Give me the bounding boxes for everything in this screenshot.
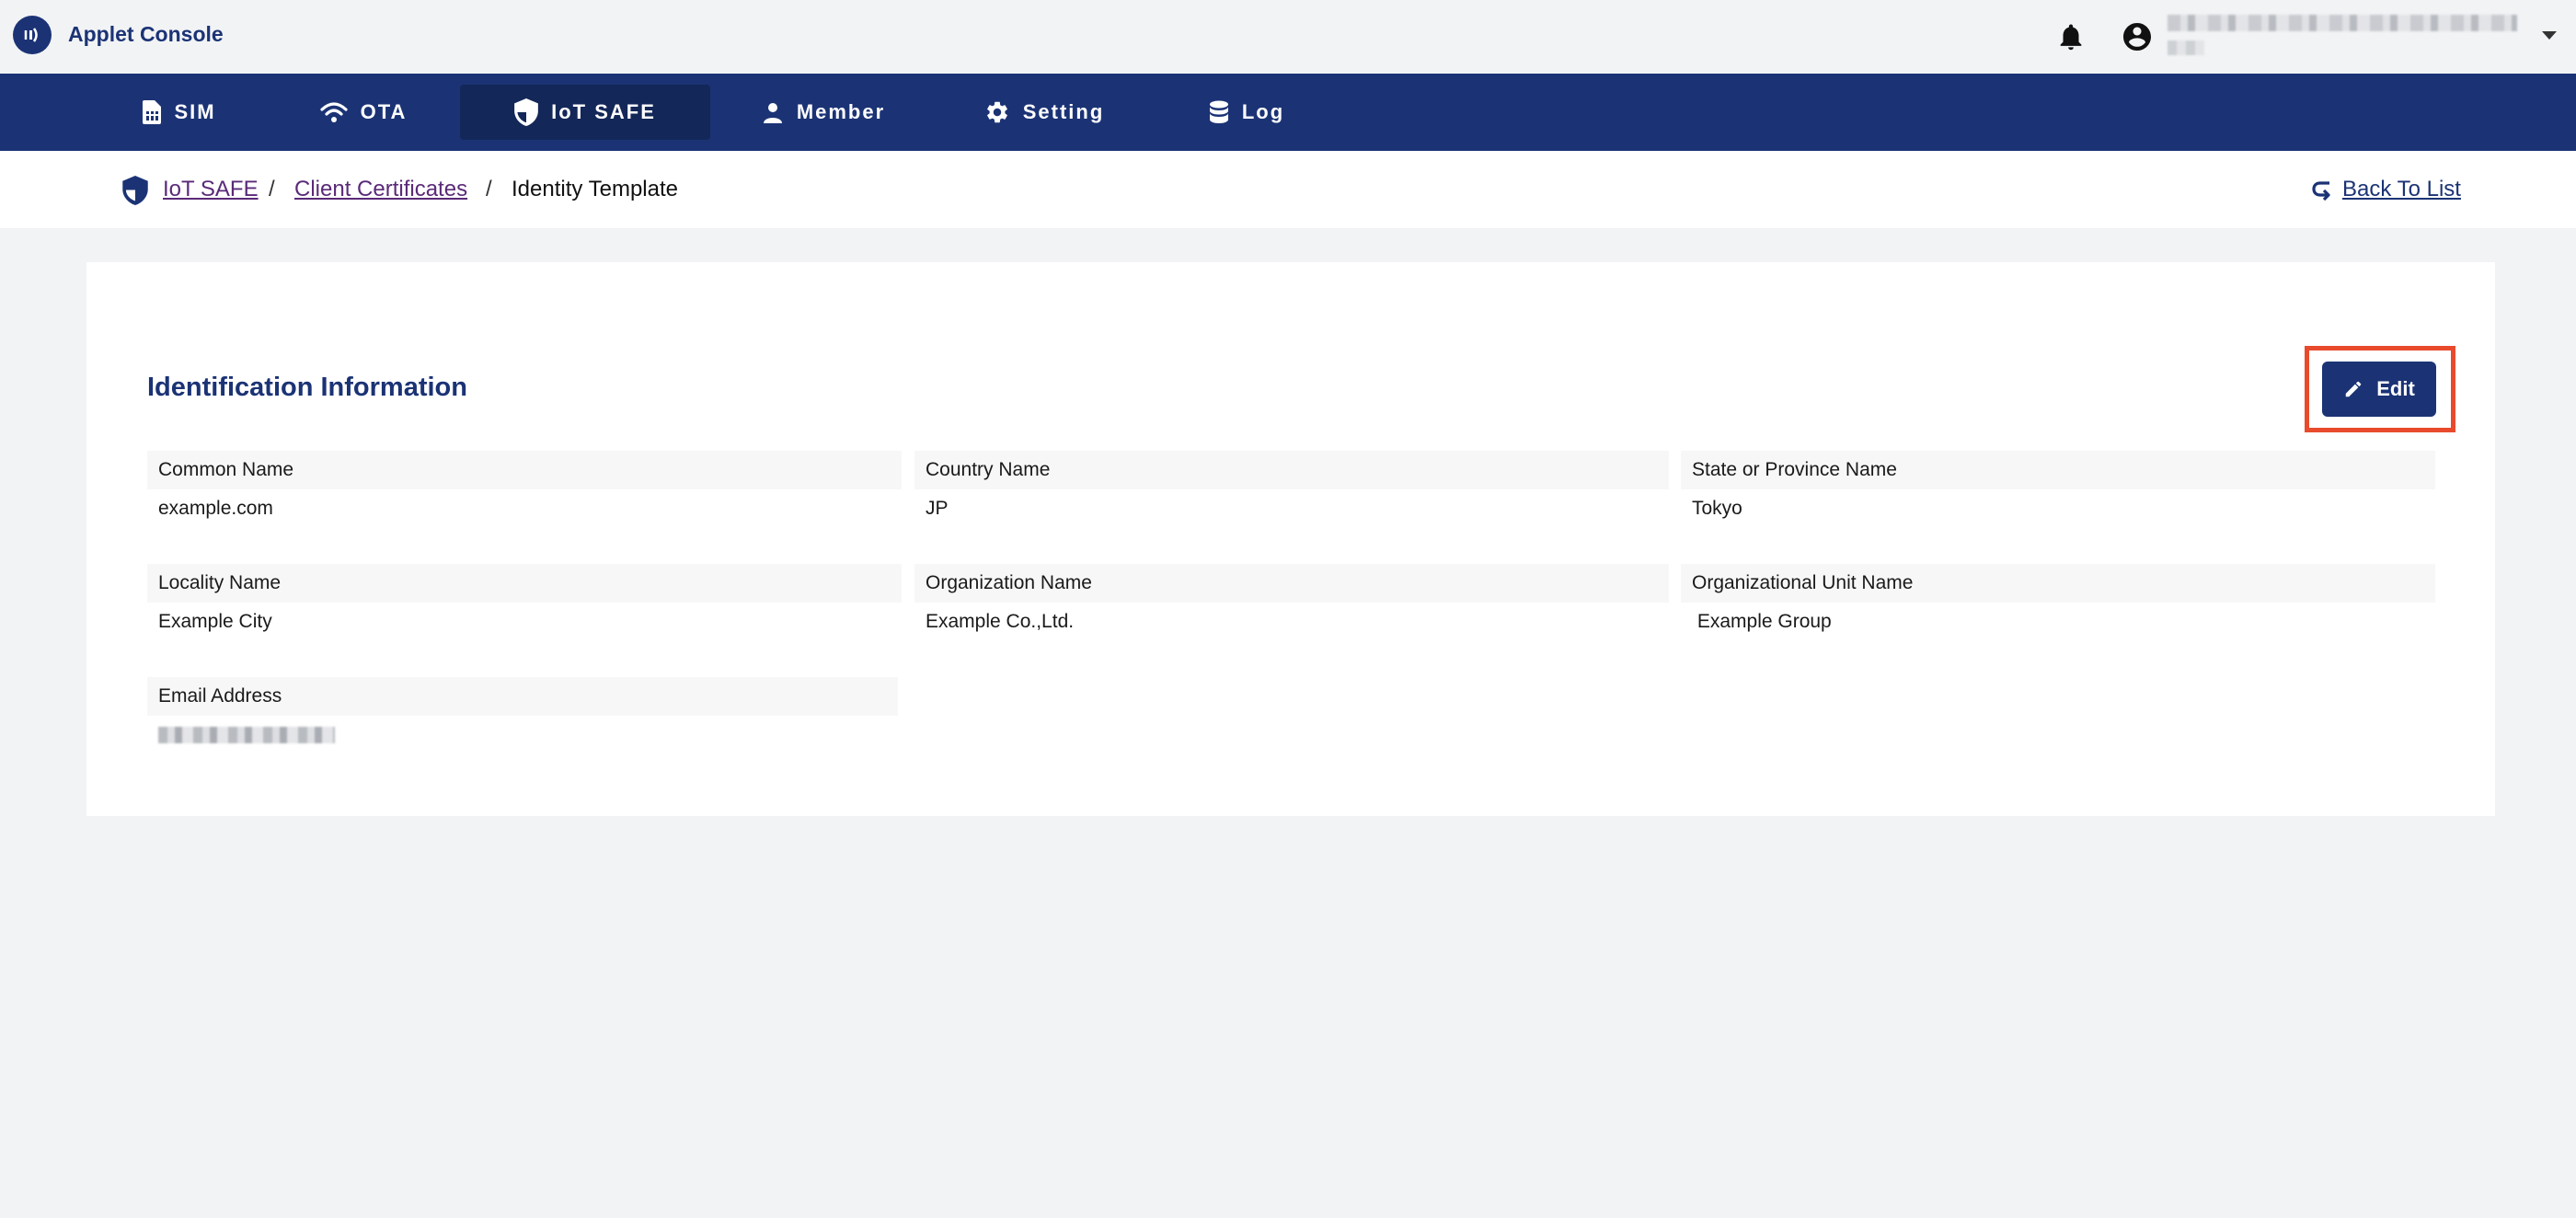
top-header: Applet Console [0,0,2576,74]
app-title: Applet Console [68,22,224,46]
nav-item-label: Member [796,100,886,123]
section-title: Identification Information [147,373,467,402]
field-email-address: Email Address [147,677,898,743]
field-organizational-unit-name: Organizational Unit Name Example Group [1681,564,2435,641]
edit-button-label: Edit [2376,377,2415,400]
nav-item-member[interactable]: Member [754,85,892,140]
field-label: Organization Name [914,564,1669,603]
field-label: Country Name [914,451,1669,489]
redacted-text [2168,15,2517,31]
field-label: Common Name [147,451,902,489]
email-value-redacted [158,727,335,743]
breadcrumb-current-page: Identity Template [512,177,678,201]
field-country-name: Country Name JP [914,451,1669,528]
field-label: State or Province Name [1681,451,2435,489]
nav-item-label: Log [1241,100,1285,123]
applet-logo-icon [13,16,52,54]
shield-icon [121,176,149,205]
field-value: JP [926,498,949,519]
person-icon [763,103,782,123]
field-value: example.com [158,498,273,519]
field-label: Email Address [147,677,898,716]
field-locality-name: Locality Name Example City [147,564,902,641]
field-value: Tokyo [1692,498,1742,519]
redacted-text [2168,40,2204,55]
breadcrumb-separator: / [486,177,492,201]
breadcrumb-separator: / [269,177,275,201]
nav-item-label: SIM [174,100,216,123]
field-organization-name: Organization Name Example Co.,Ltd. [914,564,1669,641]
field-label: Organizational Unit Name [1681,564,2435,603]
nav-item-ota[interactable]: OTA [313,85,414,140]
field-label: Locality Name [147,564,902,603]
wifi-icon [319,102,348,122]
nav-item-label: OTA [360,100,408,123]
database-icon [1209,100,1228,123]
field-common-name: Common Name example.com [147,451,902,528]
shield-icon [514,98,538,126]
back-to-list-link[interactable]: Back To List [2311,175,2461,204]
edit-button[interactable]: Edit [2322,362,2436,417]
notifications-bell-icon[interactable] [2055,20,2087,53]
return-arrow-icon [2312,181,2330,201]
field-state-or-province-name: State or Province Name Tokyo [1681,451,2435,528]
identification-card: Identification Information Edit Common N… [86,262,2495,816]
breadcrumb-link-client-certificates[interactable]: Client Certificates [294,177,467,202]
field-value: Example City [158,611,272,632]
pencil-icon [2345,381,2362,397]
nav-item-iot-safe[interactable]: IoT SAFE [460,85,710,140]
nav-item-log[interactable]: Log [1196,85,1297,140]
main-nav: SIM OTA IoT SAFE Member Setting Log [0,74,2576,151]
user-account-name-redacted[interactable] [2168,15,2517,59]
dropdown-caret-icon[interactable] [2542,31,2557,40]
breadcrumb: IoT SAFE / Client Certificates / Identit… [0,151,2576,228]
nav-item-sim[interactable]: SIM [129,85,230,140]
breadcrumb-link-iot-safe[interactable]: IoT SAFE [163,177,259,202]
back-to-list-label: Back To List [2342,177,2461,201]
nav-item-setting[interactable]: Setting [975,85,1113,140]
field-value: Example Group [1692,611,1832,632]
nav-item-label: Setting [1022,100,1105,123]
account-circle-icon[interactable] [2121,20,2154,53]
nav-item-label: IoT SAFE [551,100,656,123]
sim-card-icon [143,100,162,124]
field-value: Example Co.,Ltd. [926,611,1075,632]
gear-icon [986,101,1007,123]
